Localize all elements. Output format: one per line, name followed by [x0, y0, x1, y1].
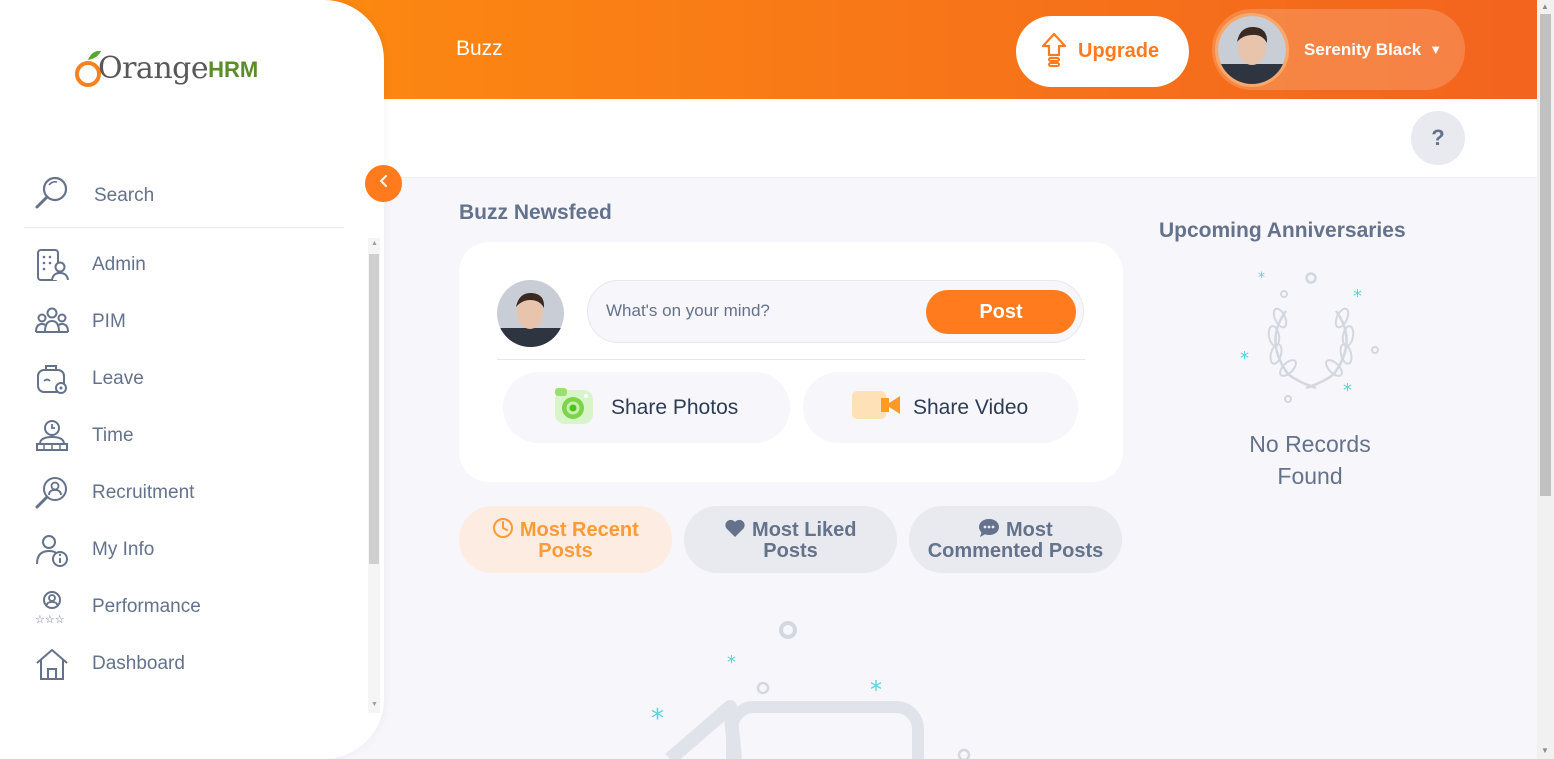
- time-icon: [32, 416, 72, 456]
- leave-icon: [32, 359, 72, 399]
- no-records-line2: Found: [1277, 463, 1343, 489]
- pim-icon: [32, 302, 72, 342]
- sidebar-item-label: Dashboard: [92, 652, 185, 674]
- admin-icon: [32, 245, 72, 285]
- tab-most-liked-posts[interactable]: Most Liked Posts: [684, 506, 897, 573]
- svg-text:*: *: [651, 704, 664, 734]
- sidebar-item-time[interactable]: Time: [32, 407, 362, 464]
- tab-most-commented-posts[interactable]: Most Commented Posts: [909, 506, 1122, 573]
- tab-most-commented-line1: Most: [1005, 518, 1053, 541]
- upgrade-label: Upgrade: [1078, 40, 1160, 62]
- my-info-icon: [32, 530, 72, 570]
- tab-most-liked-line1: Most Liked: [752, 518, 857, 541]
- sidebar-scrollbar-thumb[interactable]: [369, 254, 379, 564]
- post-button[interactable]: Post: [926, 290, 1076, 334]
- share-photos-label: Share Photos: [611, 395, 739, 419]
- svg-text:*: *: [1343, 380, 1352, 401]
- page-title: Buzz: [456, 37, 503, 60]
- sidebar-item-performance[interactable]: ☆☆☆ Performance: [32, 578, 362, 635]
- svg-text:☆☆☆: ☆☆☆: [35, 613, 65, 625]
- logo-text: Orange: [98, 50, 209, 86]
- upgrade-button[interactable]: Upgrade: [1016, 16, 1189, 87]
- caret-down-icon: ▼: [1429, 42, 1443, 57]
- post-composer-card: [459, 242, 1123, 482]
- sidebar-item-next[interactable]: [32, 692, 362, 712]
- dashboard-icon: [32, 644, 72, 684]
- no-records-message: No Records Found: [1200, 428, 1420, 492]
- page-scrollbar-thumb[interactable]: [1540, 14, 1551, 496]
- orangehrm-logo[interactable]: Orange HRM: [74, 48, 258, 88]
- tab-most-commented-line2: Commented Posts: [927, 539, 1104, 562]
- composer-avatar: [497, 280, 564, 347]
- collapse-sidebar-button[interactable]: [365, 165, 402, 202]
- share-video-label: Share Video: [913, 395, 1029, 419]
- sidebar-item-my-info[interactable]: My Info: [32, 521, 362, 578]
- empty-feed-illustration: * * *: [640, 615, 980, 759]
- sidebar-item-label: Admin: [92, 253, 146, 275]
- recruitment-icon: [32, 473, 72, 513]
- sidebar: Orange HRM Search Admin PIM Leave Time R…: [0, 0, 384, 759]
- clock-icon: [492, 518, 520, 541]
- sidebar-item-recruitment[interactable]: Recruitment: [32, 464, 362, 521]
- logo-hrm-text: HRM: [208, 57, 259, 82]
- sidebar-item-pim[interactable]: PIM: [32, 293, 362, 350]
- svg-text:*: *: [870, 676, 882, 704]
- scroll-up-arrow-icon[interactable]: ▲: [1541, 2, 1549, 11]
- user-name: Serenity Black: [1304, 39, 1422, 59]
- directory-icon: [32, 701, 72, 713]
- sidebar-item-label: Time: [92, 424, 134, 446]
- composer-divider: [497, 359, 1085, 360]
- sidebar-item-label: Recruitment: [92, 481, 195, 503]
- svg-text:*: *: [1240, 348, 1249, 369]
- scroll-down-arrow-icon[interactable]: ▼: [1541, 746, 1549, 755]
- svg-text:*: *: [1353, 286, 1362, 307]
- sidebar-item-label: Performance: [92, 595, 201, 617]
- tab-most-recent-posts[interactable]: Most Recent Posts: [459, 506, 672, 573]
- performance-icon: ☆☆☆: [32, 587, 72, 627]
- search-icon: [34, 175, 70, 216]
- sidebar-item-admin[interactable]: Admin: [32, 236, 362, 293]
- video-camera-icon: [851, 388, 901, 427]
- post-input[interactable]: [606, 297, 906, 325]
- avatar: [1215, 12, 1289, 87]
- sidebar-item-leave[interactable]: Leave: [32, 350, 362, 407]
- share-video-button[interactable]: Share Video: [803, 372, 1078, 443]
- sidebar-scroll-up-icon[interactable]: ▲: [371, 240, 378, 247]
- tab-most-liked-line2: Posts: [763, 539, 818, 562]
- laurel-wreath-illustration: * * * *: [1236, 266, 1386, 406]
- anniversaries-title: Upcoming Anniversaries: [1159, 219, 1406, 242]
- help-button[interactable]: ?: [1411, 111, 1465, 165]
- sidebar-search[interactable]: Search: [24, 160, 344, 228]
- sidebar-scroll-down-icon[interactable]: ▼: [371, 701, 378, 708]
- sidebar-item-label: My Info: [92, 538, 155, 560]
- tab-most-recent-line2: Posts: [538, 540, 593, 562]
- heart-icon: [724, 519, 752, 541]
- upgrade-arrow-icon: [1040, 31, 1068, 73]
- svg-text:*: *: [727, 652, 736, 673]
- sidebar-menu: Admin PIM Leave Time Recruitment My Info…: [32, 236, 362, 712]
- sidebar-item-dashboard[interactable]: Dashboard: [32, 635, 362, 692]
- svg-text:*: *: [1258, 270, 1265, 286]
- comment-icon: [978, 518, 1006, 541]
- share-photos-button[interactable]: Share Photos: [503, 372, 790, 443]
- tab-most-recent-line1: Most Recent: [519, 519, 639, 541]
- no-records-line1: No Records: [1249, 431, 1371, 457]
- sidebar-item-label: PIM: [92, 310, 126, 332]
- camera-icon: [551, 382, 597, 433]
- search-label: Search: [94, 184, 155, 206]
- chevron-left-icon: [378, 174, 390, 193]
- newsfeed-title: Buzz Newsfeed: [459, 201, 612, 224]
- sidebar-item-label: Leave: [92, 367, 144, 389]
- user-menu[interactable]: Serenity Black ▼: [1212, 9, 1465, 90]
